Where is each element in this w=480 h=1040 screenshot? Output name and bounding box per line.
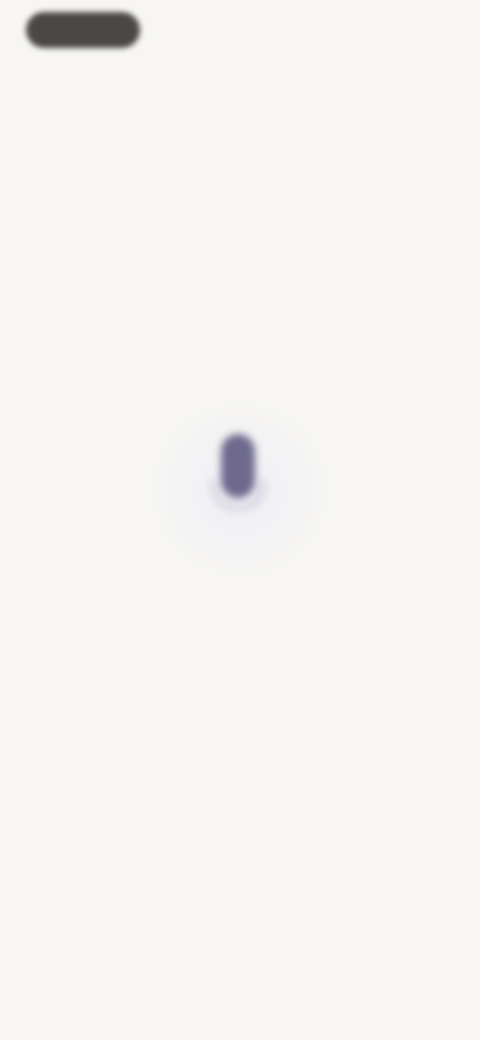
voice-input-screen: { "status_bar": { "time": "", "pill_colo… [0, 0, 480, 1040]
status-bar [0, 0, 480, 60]
microphone-icon-graphic [211, 434, 265, 511]
voice-listening-area [0, 380, 480, 660]
microphone-icon[interactable] [203, 428, 273, 528]
status-time-pill [26, 12, 140, 48]
